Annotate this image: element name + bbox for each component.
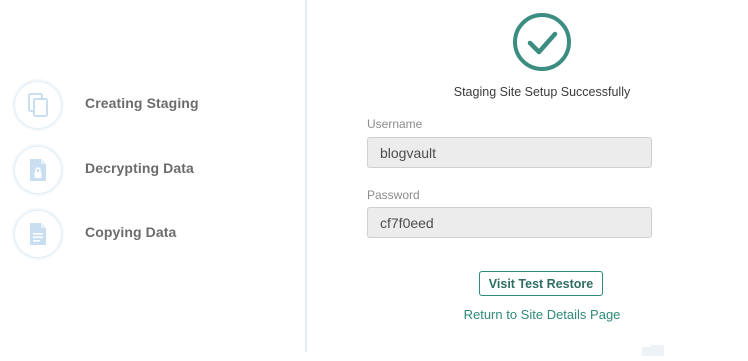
check-circle-icon bbox=[512, 12, 572, 72]
password-label: Password bbox=[367, 188, 420, 202]
visit-test-restore-button[interactable]: Visit Test Restore bbox=[479, 271, 603, 296]
step-label: Creating Staging bbox=[85, 95, 199, 111]
progress-steps-panel: Creating Staging Decrypting Data Copying… bbox=[0, 0, 305, 352]
step-creating-staging: Creating Staging bbox=[14, 81, 304, 129]
result-panel: Staging Site Setup Successfully Username… bbox=[307, 0, 748, 356]
document-icon bbox=[14, 210, 62, 258]
username-field[interactable]: blogvault bbox=[367, 137, 652, 168]
username-label: Username bbox=[367, 117, 423, 131]
return-to-site-details-link[interactable]: Return to Site Details Page bbox=[307, 307, 748, 322]
password-field[interactable]: cf7f0eed bbox=[367, 207, 652, 238]
step-label: Copying Data bbox=[85, 224, 177, 240]
step-copying-data: Copying Data bbox=[14, 210, 304, 258]
folder-icon bbox=[641, 343, 665, 356]
success-message: Staging Site Setup Successfully bbox=[453, 85, 631, 99]
copy-icon bbox=[14, 81, 62, 129]
step-label: Decrypting Data bbox=[85, 160, 194, 176]
lock-file-icon bbox=[14, 146, 62, 194]
step-decrypting-data: Decrypting Data bbox=[14, 146, 304, 194]
